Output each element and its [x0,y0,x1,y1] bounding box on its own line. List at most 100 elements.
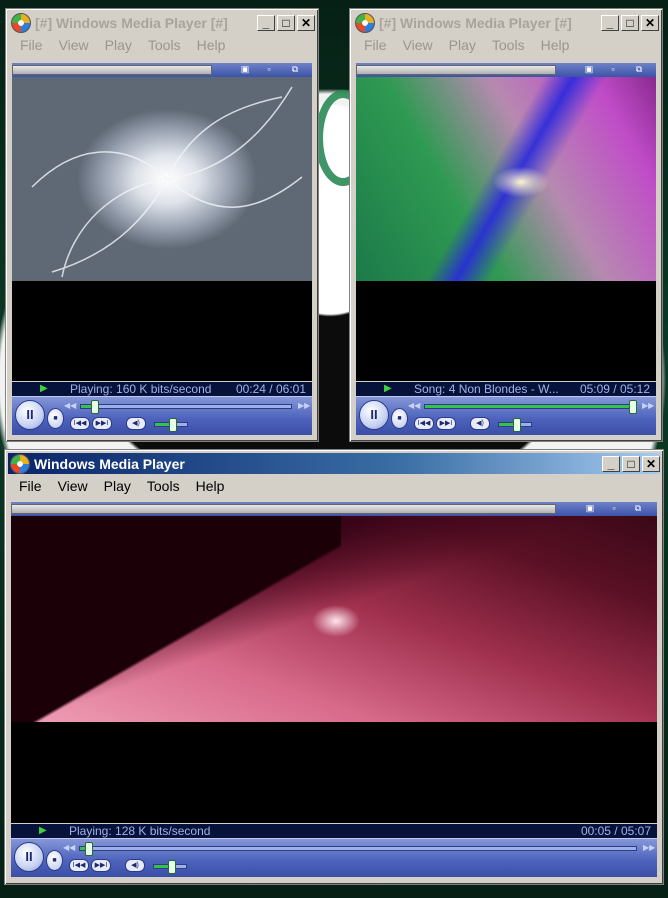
volume-thumb[interactable] [512,418,521,432]
volume-slider[interactable] [153,860,187,874]
menu-help[interactable]: Help [196,478,225,494]
taskbar-strip: ▣ ▫ ⧉ [12,63,312,77]
status-text: Playing: 128 K bits/second [69,824,211,838]
windows-media-player-logo-icon [355,12,375,33]
dark-wedge [11,516,341,722]
windows-media-player-logo-icon [10,453,30,474]
rewind-icon[interactable]: ◀◀ [408,401,420,410]
mute-button[interactable]: ◀) [125,859,145,872]
mute-button[interactable]: ◀) [470,417,490,430]
volume-slider[interactable] [154,418,188,432]
volume-thumb[interactable] [168,418,177,432]
swirl-lines [31,86,303,278]
chat-icon[interactable]: ▣ [585,503,595,513]
compact-mode-icon[interactable]: ▫ [609,503,619,513]
play-indicator-icon: ▶ [40,383,48,394]
seek-thumb[interactable] [84,842,93,856]
menu-play[interactable]: Play [105,37,132,53]
minimize-button[interactable]: _ [257,14,275,31]
visualization-area[interactable] [12,77,312,381]
status-text: Song: 4 Non Blondes - W... [414,382,559,396]
visualization-image [12,77,312,281]
stop-button[interactable]: ■ [46,850,63,871]
menu-view[interactable]: View [59,37,89,53]
menu-file[interactable]: File [19,478,42,494]
compact-mode-icon[interactable]: ▫ [608,64,618,74]
close-button[interactable]: ✕ [297,14,315,31]
visualization-area[interactable] [11,516,657,823]
maximize-button[interactable]: □ [621,14,639,31]
fast-forward-icon[interactable]: ▶▶ [298,401,310,410]
fullscreen-icon[interactable]: ⧉ [633,503,643,513]
stop-button[interactable]: ■ [391,408,408,429]
title-bar[interactable]: [#] Windows Media Player [#] _ □ ✕ [353,12,659,33]
menu-help[interactable]: Help [197,37,226,53]
wmp-window-2[interactable]: [#] Windows Media Player [#] _ □ ✕ File … [349,8,663,442]
play-indicator-icon: ▶ [384,383,392,394]
wmp-window-1[interactable]: [#] Windows Media Player [#] _ □ ✕ File … [5,8,319,442]
status-time: 00:24 / 06:01 [235,382,306,396]
control-bar: II ■ ◀◀ ▶▶ I◀◀ ▶▶I ◀) [12,396,312,435]
visualization-image [11,516,657,722]
close-button[interactable]: ✕ [641,14,659,31]
seek-thumb[interactable] [90,400,99,414]
menu-file[interactable]: File [20,37,43,53]
visualization-image [356,77,656,281]
mute-button[interactable]: ◀) [126,417,146,430]
volume-thumb[interactable] [167,860,176,874]
maximize-button[interactable]: □ [622,455,640,472]
menu-help[interactable]: Help [541,37,570,53]
pause-button[interactable]: II [359,400,389,430]
stop-button[interactable]: ■ [47,408,64,429]
rewind-icon[interactable]: ◀◀ [64,401,76,410]
minimize-button[interactable]: _ [602,455,620,472]
rewind-icon[interactable]: ◀◀ [63,843,75,852]
maximize-button[interactable]: □ [277,14,295,31]
seek-thumb[interactable] [628,400,637,414]
window-title: [#] Windows Media Player [#] [379,14,572,31]
status-bar: ▶ Song: 4 Non Blondes - W... 05:09 / 05:… [356,382,656,396]
title-bar[interactable]: [#] Windows Media Player [#] _ □ ✕ [9,12,315,33]
volume-slider[interactable] [498,418,532,432]
menu-view[interactable]: View [403,37,433,53]
menu-tools[interactable]: Tools [147,478,180,494]
seek-bar[interactable] [424,400,637,414]
menu-view[interactable]: View [58,478,88,494]
menu-bar: File View Play Tools Help [356,34,577,56]
info-track [12,65,212,75]
previous-button[interactable]: I◀◀ [414,417,434,430]
next-button[interactable]: ▶▶I [436,417,456,430]
next-button[interactable]: ▶▶I [91,859,111,872]
seek-bar[interactable] [79,842,637,856]
control-bar: II ■ ◀◀ ▶▶ I◀◀ ▶▶I ◀) [11,838,657,877]
visualization-area[interactable] [356,77,656,381]
minimize-button[interactable]: _ [601,14,619,31]
next-button[interactable]: ▶▶I [92,417,112,430]
menu-play[interactable]: Play [104,478,131,494]
fast-forward-icon[interactable]: ▶▶ [643,843,655,852]
info-track [11,504,556,514]
windows-media-player-logo-icon [11,12,31,33]
compact-mode-icon[interactable]: ▫ [264,64,274,74]
menu-file[interactable]: File [364,37,387,53]
fullscreen-icon[interactable]: ⧉ [290,64,300,74]
previous-button[interactable]: I◀◀ [69,859,89,872]
window-title: [#] Windows Media Player [#] [35,14,228,31]
menu-tools[interactable]: Tools [492,37,525,53]
fullscreen-icon[interactable]: ⧉ [634,64,644,74]
menu-bar: File View Play Tools Help [12,34,233,56]
chat-icon[interactable]: ▣ [584,64,594,74]
pause-button[interactable]: II [14,842,44,872]
menu-bar: File View Play Tools Help [11,475,232,497]
status-text: Playing: 160 K bits/second [70,382,212,396]
chat-icon[interactable]: ▣ [240,64,250,74]
wmp-window-3[interactable]: Windows Media Player _ □ ✕ File View Pla… [4,449,664,885]
menu-tools[interactable]: Tools [148,37,181,53]
close-button[interactable]: ✕ [642,455,660,472]
fast-forward-icon[interactable]: ▶▶ [642,401,654,410]
seek-bar[interactable] [80,400,292,414]
pause-button[interactable]: II [15,400,45,430]
title-bar[interactable]: Windows Media Player _ □ ✕ [8,453,660,474]
previous-button[interactable]: I◀◀ [70,417,90,430]
menu-play[interactable]: Play [449,37,476,53]
